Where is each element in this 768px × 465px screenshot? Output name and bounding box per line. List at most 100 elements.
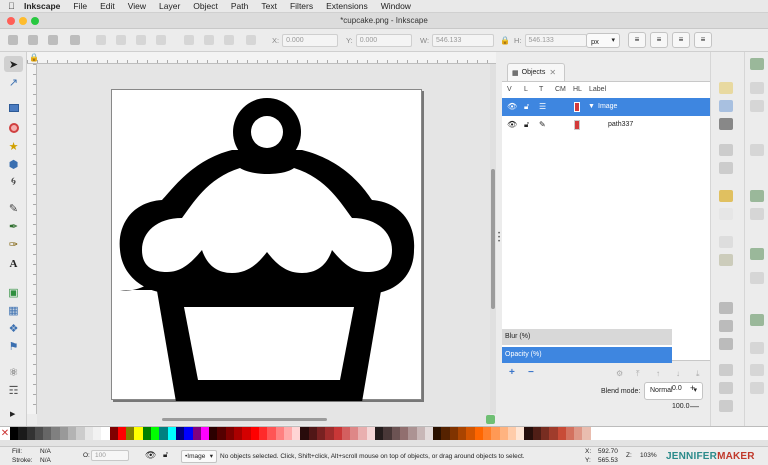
color-swatch[interactable] xyxy=(126,427,135,441)
color-swatch[interactable] xyxy=(184,427,193,441)
color-swatch[interactable] xyxy=(532,427,541,441)
opacity-value[interactable]: 100.0 xyxy=(672,403,690,410)
import-icon[interactable] xyxy=(719,144,733,156)
color-swatch[interactable] xyxy=(200,427,210,441)
color-swatch[interactable] xyxy=(391,427,400,441)
x-input[interactable]: 0.000 xyxy=(282,34,339,47)
fill-stroke-icon[interactable] xyxy=(719,400,733,412)
align-icon[interactable] xyxy=(246,35,256,45)
color-swatch[interactable] xyxy=(541,427,550,441)
expand-chevron-icon[interactable]: ▼ xyxy=(588,103,595,110)
color-swatch[interactable] xyxy=(134,427,143,441)
column-clip-mask[interactable]: CM xyxy=(555,86,566,93)
cupcake-image[interactable] xyxy=(112,90,423,401)
menu-window[interactable]: Window xyxy=(381,1,411,11)
move-gradients-button[interactable]: ≡ xyxy=(672,32,690,48)
color-swatch[interactable] xyxy=(109,427,118,441)
spiral-tool-icon[interactable]: 🌀︎ xyxy=(4,174,23,190)
color-swatch[interactable] xyxy=(358,427,367,441)
color-swatch[interactable] xyxy=(283,427,293,441)
color-swatch[interactable] xyxy=(399,427,409,441)
apple-icon[interactable]:  xyxy=(8,1,24,11)
text-tool-icon[interactable]: A xyxy=(4,256,23,272)
tree-row-path[interactable]: 👁︎ 🔓︎ ✎ path337 xyxy=(502,116,710,134)
color-swatch[interactable] xyxy=(175,427,185,441)
selector-tool-icon[interactable]: ➤ xyxy=(4,56,23,72)
lower-icon[interactable]: ↓ xyxy=(676,369,680,378)
column-label[interactable]: Label xyxy=(589,86,606,93)
color-swatch[interactable] xyxy=(424,427,434,441)
close-tab-icon[interactable]: ✕ xyxy=(549,68,556,77)
menu-extensions[interactable]: Extensions xyxy=(326,1,368,11)
tab-objects[interactable]: ▦ Objects ✕ xyxy=(507,63,565,81)
color-swatch[interactable] xyxy=(142,427,152,441)
raise-icon[interactable]: ↑ xyxy=(656,369,660,378)
color-swatch[interactable] xyxy=(507,427,517,441)
lower-to-bottom-icon[interactable] xyxy=(224,35,234,45)
calligraphy-tool-icon[interactable]: ✑ xyxy=(4,236,23,252)
color-swatch[interactable] xyxy=(482,427,492,441)
color-swatch[interactable] xyxy=(209,427,218,441)
color-swatch[interactable] xyxy=(333,427,342,441)
3d-box-tool-icon[interactable]: ⬢ xyxy=(4,156,23,172)
color-swatch[interactable] xyxy=(433,427,442,441)
paste-icon[interactable] xyxy=(719,254,733,266)
current-layer-select[interactable]: •Image ▾ xyxy=(181,450,217,463)
guide-lock-icon[interactable]: 🔒 xyxy=(29,53,39,62)
color-swatch[interactable] xyxy=(59,427,69,441)
color-swatch[interactable] xyxy=(292,427,301,441)
menu-filters[interactable]: Filters xyxy=(290,1,313,11)
color-swatch[interactable] xyxy=(516,427,525,441)
color-swatch[interactable] xyxy=(51,427,60,441)
color-swatch[interactable] xyxy=(441,427,450,441)
color-swatch[interactable] xyxy=(499,427,508,441)
menu-edit[interactable]: Edit xyxy=(100,1,115,11)
mesh-tool-icon[interactable]: ▦ xyxy=(4,302,23,318)
remove-object-button[interactable]: − xyxy=(528,367,534,378)
add-layer-button[interactable]: + xyxy=(509,367,515,378)
menu-app[interactable]: Inkscape xyxy=(24,1,60,11)
column-locked[interactable]: L xyxy=(524,86,528,93)
highlight-color-swatch[interactable] xyxy=(574,120,580,130)
blur-increment-icon[interactable]: + xyxy=(690,383,695,393)
color-swatch[interactable] xyxy=(84,427,93,441)
flip-vertical-icon[interactable] xyxy=(136,35,146,45)
color-swatch[interactable] xyxy=(68,427,77,441)
stroke-value[interactable]: N/A xyxy=(40,457,51,464)
layer-visibility-icon[interactable]: 👁︎ xyxy=(145,450,156,461)
pen-tool-icon[interactable]: ✒ xyxy=(4,218,23,234)
print-icon[interactable] xyxy=(719,118,733,130)
opacity-slider[interactable]: Opacity (%) xyxy=(502,347,672,363)
color-swatch[interactable] xyxy=(383,427,392,441)
color-swatch[interactable] xyxy=(258,427,268,441)
snap-toggle-icon[interactable] xyxy=(750,58,764,70)
save-icon[interactable] xyxy=(719,100,733,112)
units-select[interactable]: px ▾ xyxy=(586,33,620,48)
scale-stroke-button[interactable]: ≡ xyxy=(628,32,646,48)
paint-bucket-tool-icon[interactable]: ⚑ xyxy=(4,338,23,354)
color-swatch[interactable] xyxy=(366,427,376,441)
spray-tool-icon[interactable]: ☶ xyxy=(4,382,23,398)
menu-text[interactable]: Text xyxy=(261,1,277,11)
clone-icon[interactable] xyxy=(719,320,733,332)
snap-guide-icon[interactable] xyxy=(750,382,764,394)
color-swatch[interactable] xyxy=(408,427,417,441)
color-swatch[interactable] xyxy=(275,427,284,441)
snap-midpoints-icon[interactable] xyxy=(750,272,764,284)
zoom-value[interactable]: 103% xyxy=(640,452,657,459)
color-swatch[interactable] xyxy=(76,427,85,441)
snap-bbox-edge-icon[interactable] xyxy=(750,100,764,112)
canvas-horizontal-scrollbar[interactable] xyxy=(37,414,490,425)
color-swatch[interactable] xyxy=(18,427,27,441)
deselect-icon[interactable] xyxy=(48,35,58,45)
height-input[interactable]: 546.133 xyxy=(524,34,587,47)
color-manage-icon[interactable] xyxy=(486,415,495,424)
group-icon[interactable] xyxy=(719,364,733,376)
color-swatch[interactable] xyxy=(549,427,558,441)
color-swatch[interactable] xyxy=(92,427,102,441)
y-input[interactable]: 0.000 xyxy=(355,34,412,47)
color-swatch[interactable] xyxy=(582,427,591,441)
menu-file[interactable]: File xyxy=(73,1,87,11)
toolbox-more-icon[interactable]: ▶ xyxy=(10,410,15,418)
star-tool-icon[interactable]: ★ xyxy=(4,138,23,154)
